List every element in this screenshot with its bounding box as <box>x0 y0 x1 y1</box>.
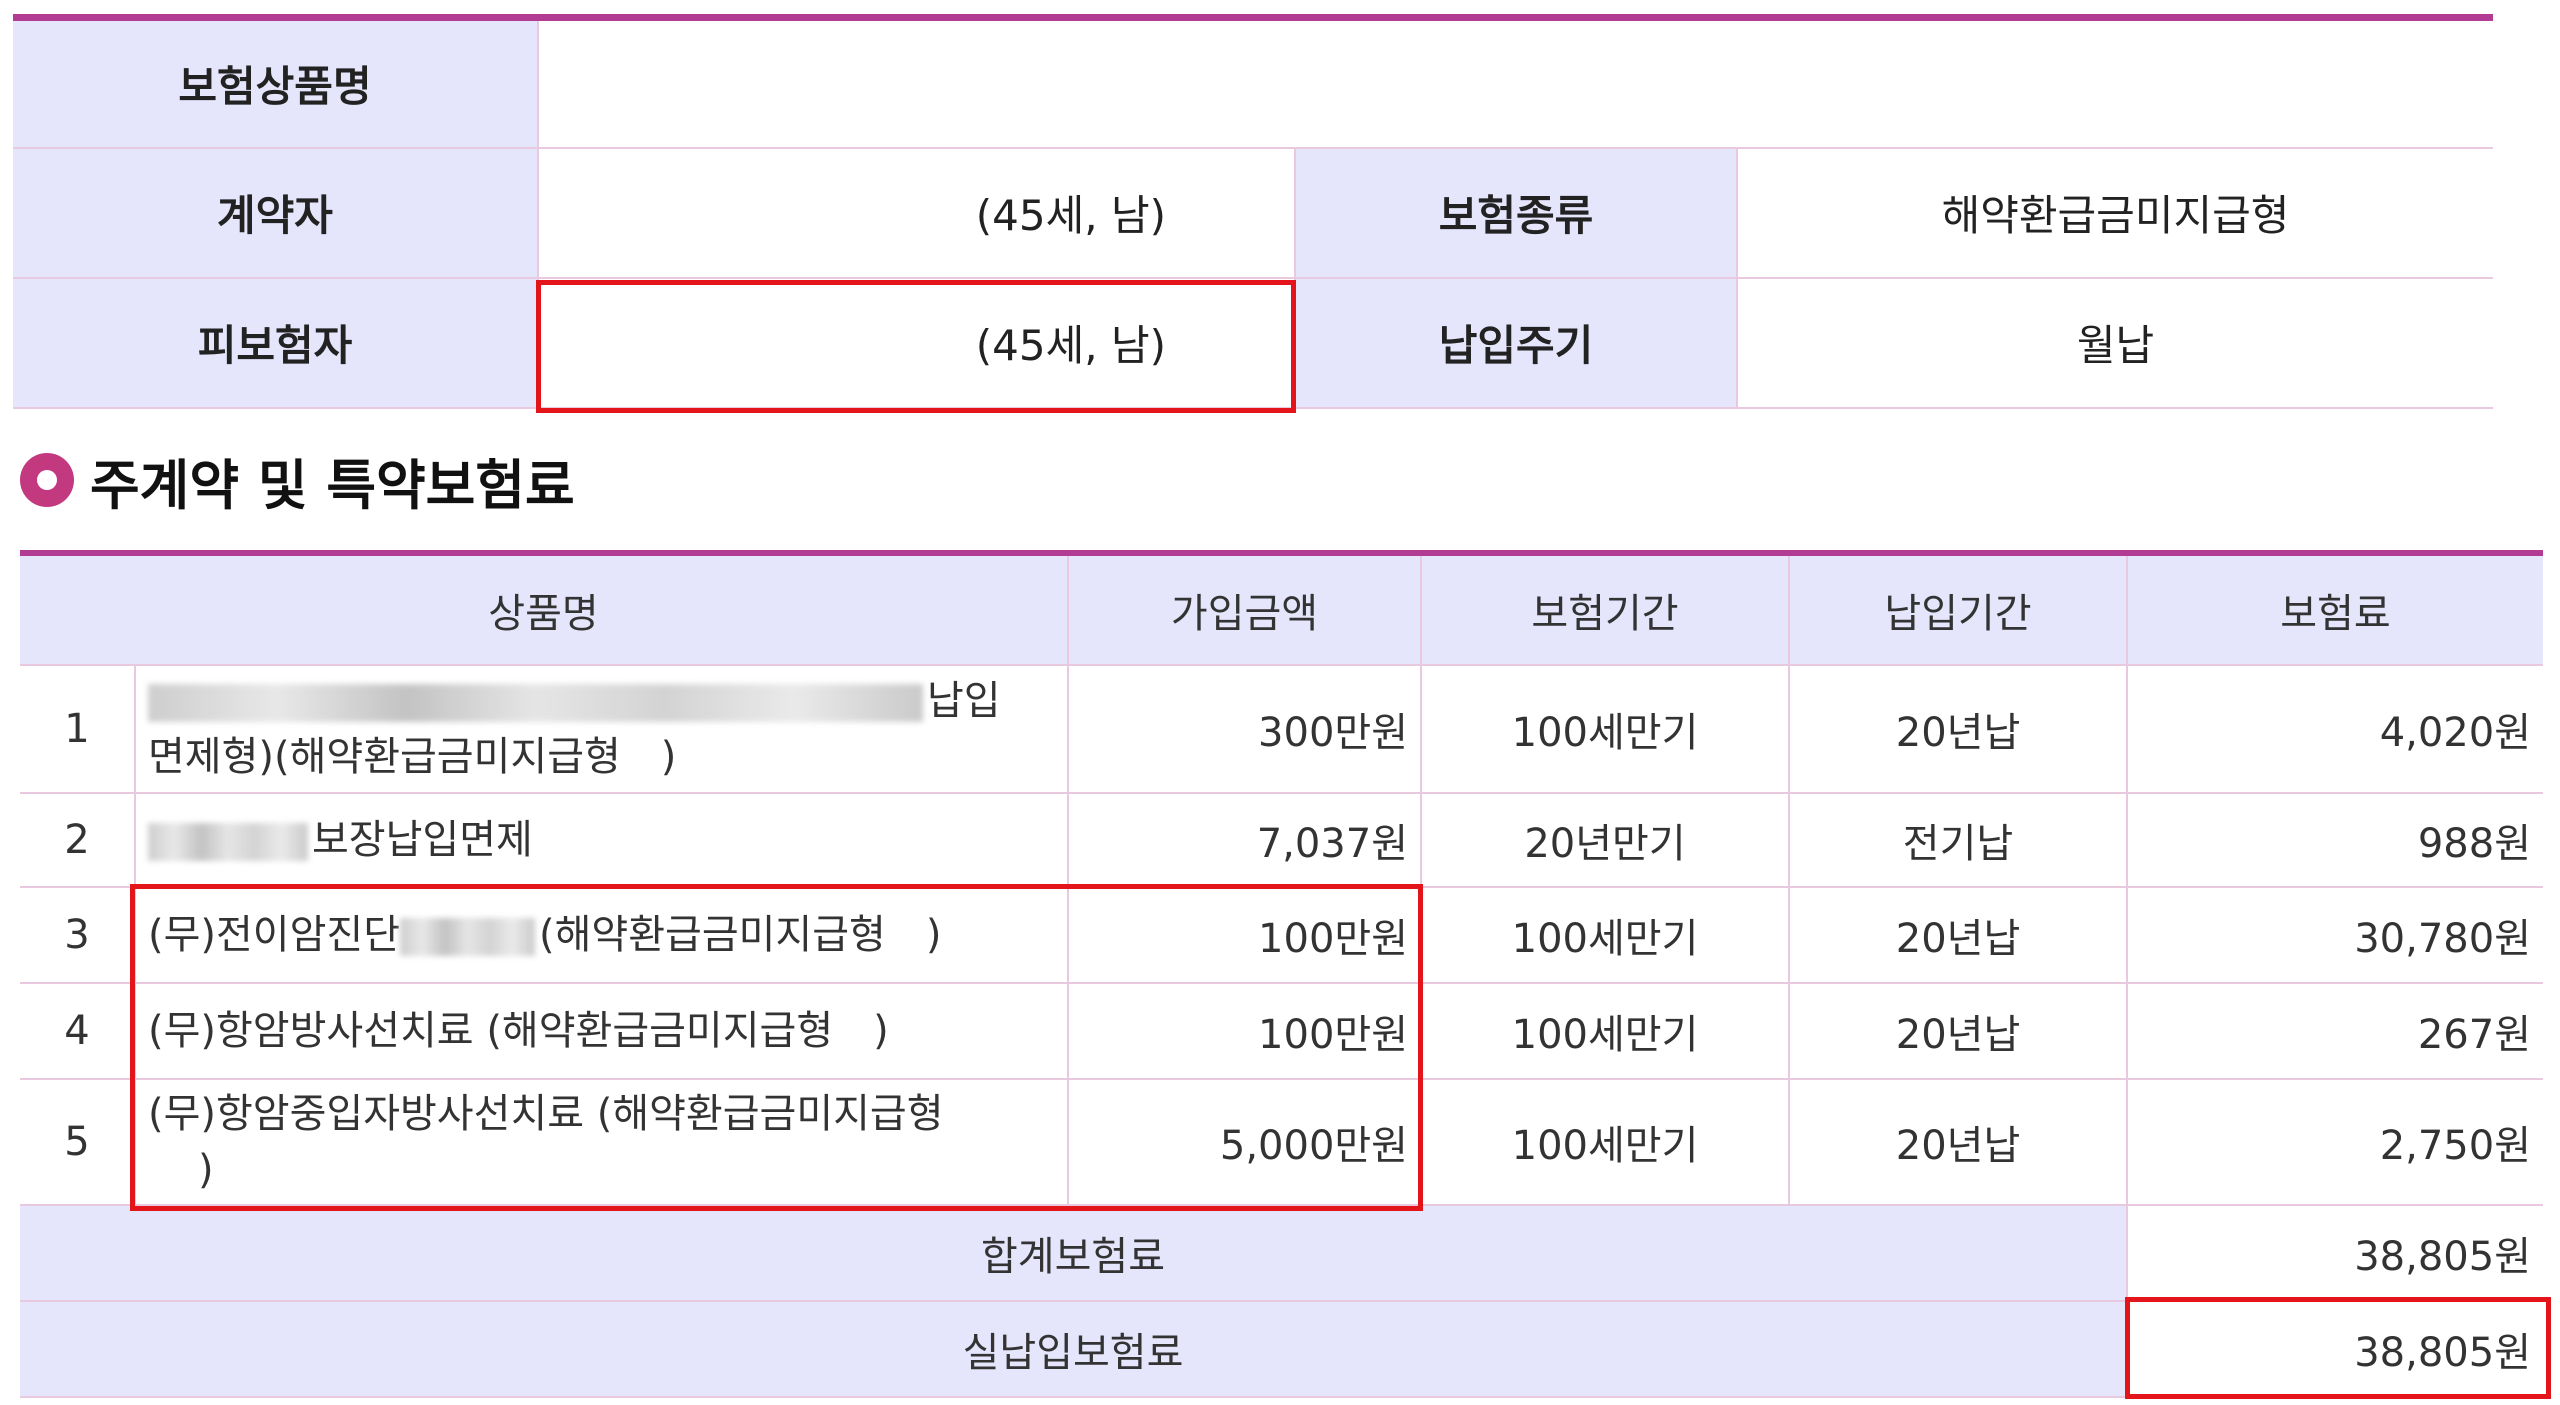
product-name: (무)전이암진단 (해약환급금미지급형 ) <box>134 887 1068 984</box>
product-name: 납입 면제형)(해약환급금미지급형 ) <box>134 665 1068 794</box>
payment-cycle-label: 납입주기 <box>1294 277 1737 409</box>
contractor-value: (45세, 남) <box>537 147 1295 279</box>
payment-cycle-value: 월납 <box>1735 277 2494 409</box>
col-header-product: 상품명 <box>20 553 1068 666</box>
row-number: 3 <box>20 887 135 984</box>
actual-premium-label: 실납입보험료 <box>20 1301 2127 1398</box>
product-row: 보험상품명 <box>13 17 2494 149</box>
redacted-text <box>148 684 923 722</box>
insured-label: 피보험자 <box>13 277 538 409</box>
redacted-text <box>400 918 536 956</box>
premium: 2,750원 <box>2126 1079 2543 1206</box>
coverage-period: 100세만기 <box>1420 887 1789 984</box>
col-header-period: 보험기간 <box>1420 553 1789 666</box>
coverage-period: 100세만기 <box>1420 983 1789 1080</box>
coverage-amount: 7,037원 <box>1067 793 1421 888</box>
table-row: 1 납입 면제형)(해약환급금미지급형 ) 300만원 100세만기 20년납 … <box>20 665 2543 794</box>
insurance-type-value: 해약환급금미지급형 <box>1735 147 2494 279</box>
col-header-amount: 가입금액 <box>1067 553 1421 666</box>
premium: 988원 <box>2126 793 2543 888</box>
insurance-type-label: 보험종류 <box>1294 147 1737 279</box>
section-title: 주계약 및 특약보험료 <box>90 453 575 517</box>
insured-value: (45세, 남) <box>537 277 1295 409</box>
actual-premium-row: 실납입보험료 38,805원 <box>20 1301 2543 1398</box>
contractor-label: 계약자 <box>13 147 538 279</box>
coverage-amount: 100만원 <box>1067 887 1421 984</box>
coverage-table: 상품명 가입금액 보험기간 납입기간 보험료 1 납입 면제형)(해약환급금미지… <box>20 550 2543 1398</box>
section-heading: 주계약 및 특약보험료 <box>20 445 575 517</box>
row-number: 2 <box>20 793 135 888</box>
product-label: 보험상품명 <box>13 17 538 149</box>
coverage-period: 20년만기 <box>1420 793 1789 888</box>
premium: 4,020원 <box>2126 665 2543 794</box>
col-header-premium: 보험료 <box>2126 553 2543 666</box>
total-premium-value: 38,805원 <box>2126 1205 2543 1302</box>
premium: 267원 <box>2126 983 2543 1080</box>
table-row: 3 (무)전이암진단 (해약환급금미지급형 ) 100만원 100세만기 20년납… <box>20 887 2543 984</box>
table-row: 2 보장납입면제 7,037원 20년만기 전기납 988원 <box>20 793 2543 888</box>
contractor-row: 계약자 (45세, 남) 보험종류 해약환급금미지급형 <box>13 147 2494 279</box>
payment-period: 20년납 <box>1788 1079 2127 1206</box>
product-name: (무)항암중입자방사선치료 (해약환급금미지급형 ) <box>134 1079 1068 1206</box>
circle-bullet-icon <box>20 453 74 507</box>
product-name: 보장납입면제 <box>134 793 1068 888</box>
row-number: 1 <box>20 665 135 794</box>
coverage-period: 100세만기 <box>1420 1079 1789 1206</box>
coverage-amount: 300만원 <box>1067 665 1421 794</box>
payment-period: 전기납 <box>1788 793 2127 888</box>
policy-info-table: 보험상품명 계약자 (45세, 남) 보험종류 해약환급금미지급형 피보험자 (… <box>13 14 2494 409</box>
row-number: 5 <box>20 1079 135 1206</box>
redacted-text <box>148 823 308 861</box>
col-header-pay-period: 납입기간 <box>1788 553 2127 666</box>
row-number: 4 <box>20 983 135 1080</box>
coverage-amount: 100만원 <box>1067 983 1421 1080</box>
total-premium-row: 합계보험료 38,805원 <box>20 1205 2543 1302</box>
insured-row: 피보험자 (45세, 남) 납입주기 월납 <box>13 277 2494 409</box>
payment-period: 20년납 <box>1788 887 2127 984</box>
actual-premium-value: 38,805원 <box>2126 1301 2543 1398</box>
coverage-period: 100세만기 <box>1420 665 1789 794</box>
product-value <box>536 17 2494 149</box>
table-row: 4 (무)항암방사선치료 (해약환급금미지급형 ) 100만원 100세만기 2… <box>20 983 2543 1080</box>
product-name: (무)항암방사선치료 (해약환급금미지급형 ) <box>134 983 1068 1080</box>
table-row: 5 (무)항암중입자방사선치료 (해약환급금미지급형 ) 5,000만원 100… <box>20 1079 2543 1206</box>
total-premium-label: 합계보험료 <box>20 1205 2127 1302</box>
coverage-amount: 5,000만원 <box>1067 1079 1421 1206</box>
premium: 30,780원 <box>2126 887 2543 984</box>
payment-period: 20년납 <box>1788 983 2127 1080</box>
table-header-row: 상품명 가입금액 보험기간 납입기간 보험료 <box>20 553 2543 666</box>
payment-period: 20년납 <box>1788 665 2127 794</box>
